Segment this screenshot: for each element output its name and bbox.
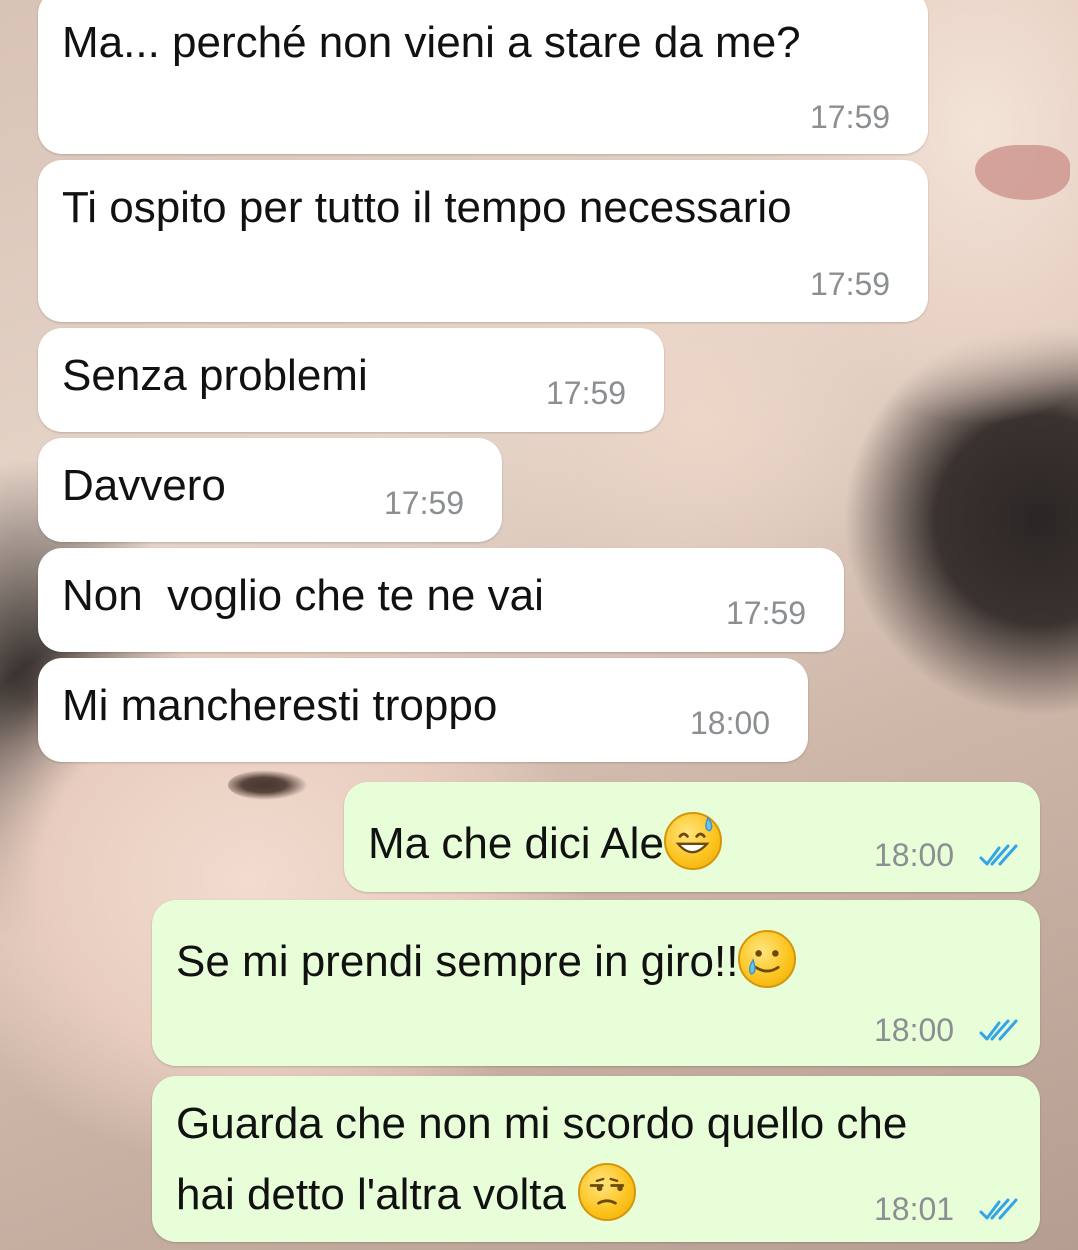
incoming-message[interactable]: Senza problemi 17:59 <box>38 328 664 432</box>
incoming-message[interactable]: Ti ospito per tutto il tempo necessario … <box>38 160 928 322</box>
unamused-emoji-icon <box>578 1163 637 1221</box>
incoming-message[interactable]: Ma... perché non vieni a stare da me? 17… <box>38 0 928 154</box>
smiling-tear-emoji-icon <box>738 930 797 988</box>
message-text-content: Ma che dici Ale <box>368 819 664 868</box>
message-text-content: hai detto l'altra volta <box>176 1170 566 1219</box>
message-timestamp: 17:59 <box>384 485 465 521</box>
message-text: Davvero <box>62 461 226 510</box>
message-timestamp: 18:01 <box>874 1191 955 1227</box>
outgoing-message[interactable]: Guarda che non mi scordo quello che hai … <box>152 1076 1040 1242</box>
message-text-content: Se mi prendi sempre in giro!! <box>176 937 739 986</box>
message-timestamp: 17:59 <box>726 595 807 631</box>
message-text: Ma... perché non vieni a stare da me? <box>62 18 801 67</box>
message-text: Ma che dici Ale <box>368 812 722 870</box>
outgoing-message[interactable]: Ma che dici Ale 18:00 <box>344 782 1040 892</box>
message-text-line: hai detto l'altra volta <box>176 1163 637 1221</box>
incoming-message[interactable]: Davvero 17:59 <box>38 438 502 542</box>
read-receipt-icon <box>979 1019 1018 1041</box>
message-text-line: Guarda che non mi scordo quello che <box>176 1099 908 1148</box>
message-timestamp: 17:59 <box>810 266 891 302</box>
incoming-message[interactable]: Mi mancheresti troppo 18:00 <box>38 658 808 762</box>
incoming-message[interactable]: Non voglio che te ne vai 17:59 <box>38 548 844 652</box>
grinning-sweat-emoji-icon <box>663 812 722 870</box>
message-text: Ti ospito per tutto il tempo necessario <box>62 183 792 232</box>
message-text: Se mi prendi sempre in giro!! <box>176 930 797 988</box>
message-timestamp: 18:00 <box>874 837 955 873</box>
message-text: Non voglio che te ne vai <box>62 571 544 620</box>
message-timestamp: 18:00 <box>690 705 771 741</box>
message-text: Mi mancheresti troppo <box>62 681 498 730</box>
message-list[interactable]: Ma... perché non vieni a stare da me? 17… <box>0 0 1078 1250</box>
message-timestamp: 17:59 <box>546 375 627 411</box>
message-timestamp: 17:59 <box>810 99 891 135</box>
message-text: Senza problemi <box>62 351 368 400</box>
outgoing-message[interactable]: Se mi prendi sempre in giro!! 18:00 <box>152 900 1040 1066</box>
message-timestamp: 18:00 <box>874 1012 955 1048</box>
read-receipt-icon <box>979 844 1018 866</box>
read-receipt-icon <box>979 1198 1018 1220</box>
